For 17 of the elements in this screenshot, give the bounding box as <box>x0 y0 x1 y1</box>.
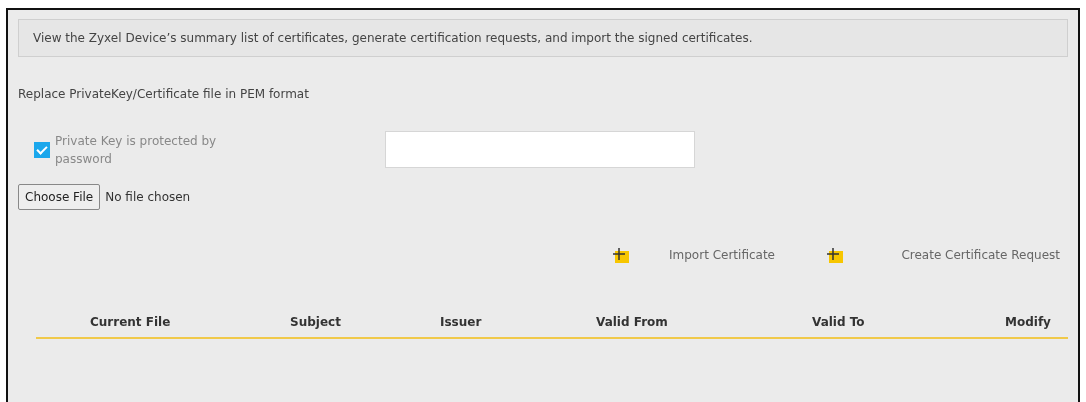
column-header: Modify <box>1005 315 1052 330</box>
plus-icon <box>826 246 844 265</box>
column-header: Issuer <box>440 315 483 330</box>
add-link[interactable]: Create Certificate Request <box>826 246 1060 266</box>
column-header: Current File <box>89 315 172 330</box>
choose-file-button[interactable]: Choose File <box>18 184 101 210</box>
file-status-text: No file chosen <box>105 190 191 204</box>
password-field[interactable] <box>385 131 695 168</box>
checkbox-label: Private Key is protected by password <box>55 132 218 168</box>
plus-icon <box>612 246 630 265</box>
description-text: View the Zyxel Device’s summary list of certificates, generate certification requests, and import the signed certificates. <box>18 19 1068 57</box>
section-heading: Replace PrivateKey/Certificate file in PEM format <box>18 87 310 101</box>
column-header: Valid To <box>812 315 866 330</box>
add-link[interactable]: Import Certificate <box>612 246 775 266</box>
checkbox[interactable] <box>34 141 50 158</box>
column-header: Valid From <box>596 315 669 330</box>
column-header: Subject <box>290 315 342 330</box>
